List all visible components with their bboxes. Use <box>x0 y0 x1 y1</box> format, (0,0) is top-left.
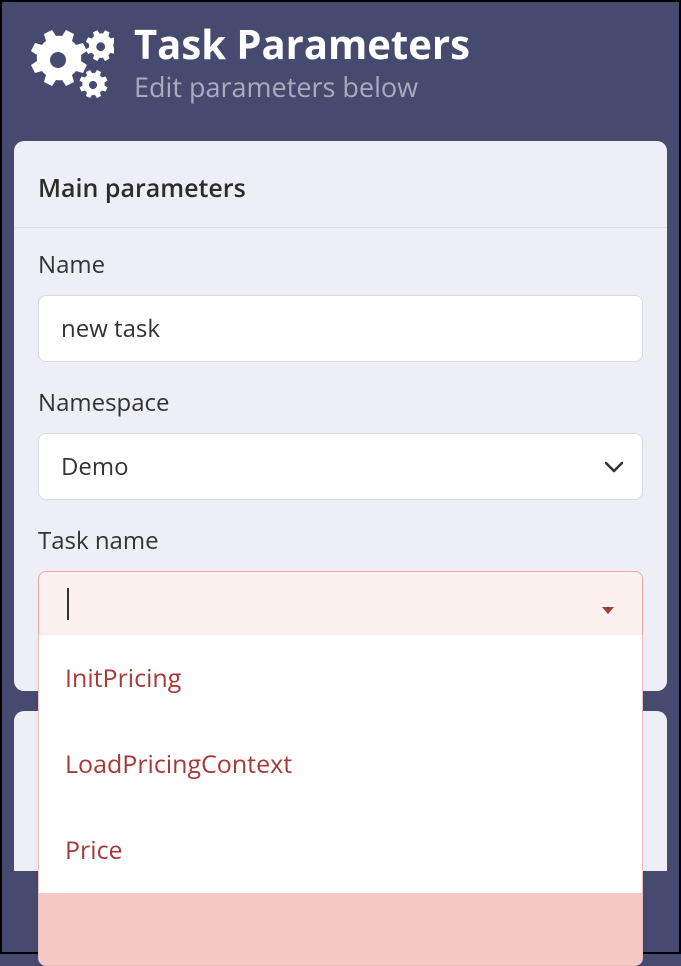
namespace-value: Demo <box>61 450 129 483</box>
dropdown-option-price[interactable]: Price <box>39 807 642 893</box>
name-field: Name <box>38 248 643 362</box>
task-name-combobox[interactable] <box>38 571 643 637</box>
task-name-dropdown: InitPricing LoadPricingContext Price <box>38 635 643 966</box>
dropdown-option-initpricing[interactable]: InitPricing <box>39 635 642 721</box>
main-parameters-card: Main parameters Name Namespace Demo Task… <box>14 141 667 691</box>
namespace-field: Namespace Demo <box>38 386 643 500</box>
namespace-label: Namespace <box>38 386 643 419</box>
task-name-field: Task name InitPricing LoadPricingContext… <box>38 524 643 637</box>
page-title: Task Parameters <box>134 22 470 66</box>
gears-icon <box>24 26 114 109</box>
page-subtitle: Edit parameters below <box>134 68 470 105</box>
dropdown-empty-space <box>39 893 642 965</box>
name-label: Name <box>38 248 643 281</box>
dropdown-option-loadpricingcontext[interactable]: LoadPricingContext <box>39 721 642 807</box>
page-header: Task Parameters Edit parameters below <box>6 6 675 119</box>
card-heading: Main parameters <box>14 141 667 228</box>
task-name-label: Task name <box>38 524 643 557</box>
text-cursor <box>67 588 69 620</box>
namespace-select[interactable]: Demo <box>38 433 643 500</box>
name-input[interactable] <box>38 295 643 362</box>
